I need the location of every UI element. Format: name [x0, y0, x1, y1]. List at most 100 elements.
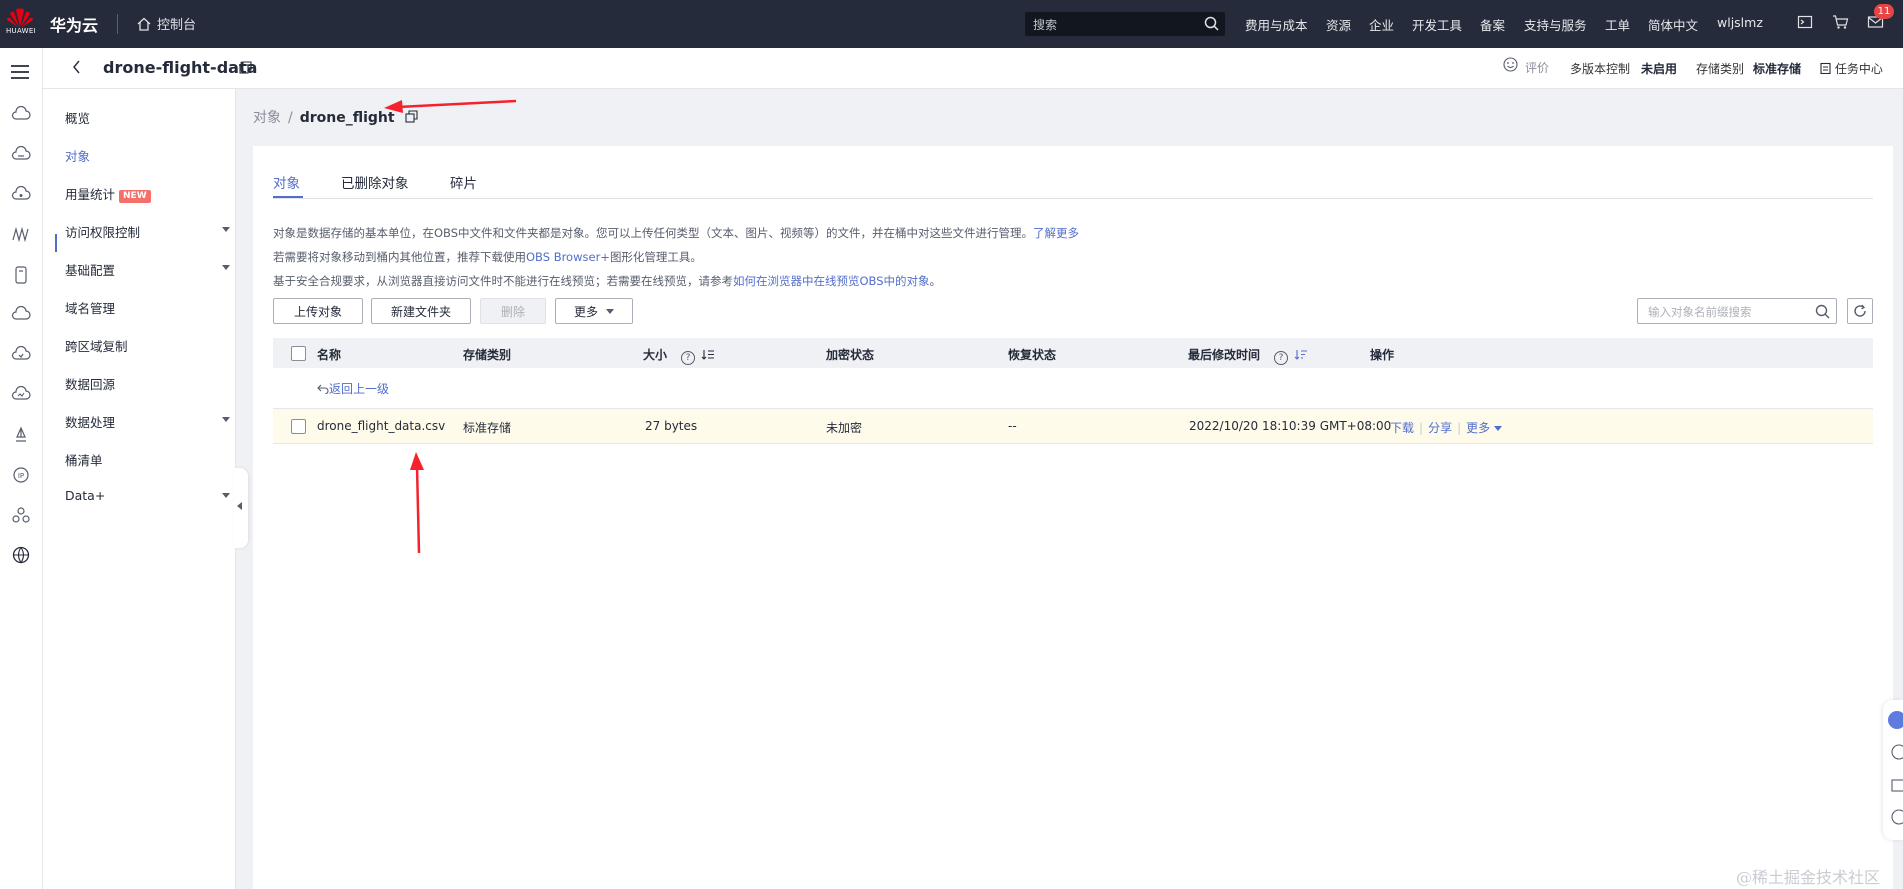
breadcrumb: 对象 / drone_flight	[253, 107, 418, 127]
search-icon[interactable]	[1815, 304, 1830, 322]
nav-support[interactable]: 支持与服务	[1524, 15, 1587, 34]
download-link[interactable]: 下载	[1390, 421, 1414, 435]
cart-icon[interactable]	[1832, 14, 1849, 33]
caret-down-icon	[222, 417, 230, 422]
share-link[interactable]: 分享	[1428, 421, 1452, 435]
col-encryption: 加密状态	[826, 348, 875, 362]
object-search[interactable]	[1637, 298, 1837, 324]
back-to-parent-row: 返回上一级	[273, 368, 1873, 409]
phone-icon[interactable]	[11, 266, 31, 287]
nav-enterprise[interactable]: 企业	[1369, 15, 1394, 34]
cloud-server-icon[interactable]	[11, 105, 31, 125]
sidebar-item-access-control[interactable]: 访问权限控制	[65, 222, 230, 241]
clipboard-icon	[1820, 62, 1831, 76]
floating-toolbar	[1883, 700, 1903, 840]
global-search[interactable]	[1025, 12, 1225, 36]
refresh-icon	[1854, 304, 1866, 317]
cluster-icon[interactable]	[11, 506, 31, 527]
cell-storage-class: 标准存储	[463, 421, 512, 435]
caret-left-icon	[237, 502, 242, 510]
deploy-icon[interactable]	[11, 426, 31, 447]
nav-language[interactable]: 简体中文	[1648, 15, 1698, 34]
learn-more-link[interactable]: 了解更多	[1033, 226, 1079, 240]
brand-name[interactable]: 华为云	[50, 12, 98, 36]
object-search-input[interactable]	[1646, 302, 1810, 322]
help-icon[interactable]: ?	[681, 351, 696, 365]
col-name: 名称	[317, 348, 342, 362]
nav-username[interactable]: wljslmz	[1717, 15, 1763, 30]
preview-help-link[interactable]: 如何在浏览器中在线预览OBS中的对象	[733, 274, 930, 288]
nav-dev-tools[interactable]: 开发工具	[1412, 15, 1462, 34]
cloud-icon[interactable]	[11, 305, 31, 325]
object-name-link[interactable]: drone_flight_data.csv	[317, 419, 445, 433]
smile-icon[interactable]	[1503, 57, 1518, 75]
caret-down-icon	[222, 227, 230, 232]
delete-button[interactable]: 删除	[480, 298, 546, 324]
copy-icon[interactable]	[405, 110, 418, 126]
info-line-1: 对象是数据存储的基本单位，在OBS中文件和文件夹都是对象。您可以上传任何类型（文…	[273, 226, 1080, 240]
row-checkbox[interactable]	[291, 419, 306, 434]
nav-filing[interactable]: 备案	[1480, 15, 1505, 34]
sort-desc-icon[interactable]	[1294, 348, 1308, 362]
new-folder-button[interactable]: 新建文件夹	[371, 298, 471, 324]
bucket-sidebar: 概览 对象 用量统计 NEW 访问权限控制 基础配置 域名管理 跨区域复制 数据回…	[43, 89, 236, 889]
sidebar-item-data-plus[interactable]: Data+	[65, 488, 230, 503]
home-icon	[137, 17, 151, 35]
nav-resources[interactable]: 资源	[1326, 15, 1351, 34]
obs-browser-link[interactable]: OBS Browser+	[526, 250, 610, 264]
network-icon[interactable]	[11, 226, 31, 245]
cell-size: 27 bytes	[645, 419, 698, 433]
sort-icon[interactable]	[701, 348, 715, 362]
sidebar-item-objects[interactable]: 对象	[65, 146, 230, 165]
caret-down-icon	[606, 309, 614, 314]
cloud-security-icon[interactable]	[11, 345, 31, 365]
help-icon[interactable]: ?	[1274, 351, 1289, 365]
ip-icon[interactable]: IP	[11, 466, 31, 487]
divider	[117, 14, 118, 34]
search-icon[interactable]	[1204, 16, 1219, 34]
sidebar-item-usage[interactable]: 用量统计 NEW	[65, 184, 230, 203]
breadcrumb-separator: /	[288, 110, 293, 126]
return-arrow-icon	[317, 382, 329, 396]
cloud-monitor-icon[interactable]	[11, 385, 31, 405]
col-size: 大小?	[643, 346, 715, 365]
nav-tickets[interactable]: 工单	[1605, 15, 1630, 34]
caret-down-icon	[222, 265, 230, 270]
back-to-parent-link[interactable]: 返回上一级	[317, 380, 389, 397]
copy-icon[interactable]	[239, 61, 252, 77]
row-more-link[interactable]: 更多	[1466, 421, 1503, 435]
sidebar-item-domains[interactable]: 域名管理	[65, 298, 230, 317]
global-search-input[interactable]	[1031, 14, 1195, 36]
col-actions: 操作	[1370, 348, 1395, 362]
rate-link[interactable]: 评价	[1525, 59, 1549, 76]
more-actions-button[interactable]: 更多	[555, 298, 633, 324]
refresh-button[interactable]	[1847, 298, 1873, 324]
sidebar-item-overview[interactable]: 概览	[65, 108, 230, 127]
task-center-button[interactable]: 任务中心	[1820, 60, 1883, 77]
cloud-storage-icon[interactable]	[11, 145, 31, 165]
sidebar-item-basic-config[interactable]: 基础配置	[65, 260, 230, 279]
select-all-checkbox[interactable]	[291, 346, 306, 361]
tab-fragments[interactable]: 碎片	[450, 172, 477, 192]
caret-down-icon	[222, 493, 230, 498]
back-arrow-icon[interactable]	[71, 59, 83, 78]
tab-objects[interactable]: 对象	[273, 172, 300, 192]
cloud-database-icon[interactable]	[11, 185, 31, 205]
tab-deleted-objects[interactable]: 已删除对象	[341, 172, 409, 192]
terminal-icon[interactable]	[1797, 14, 1813, 33]
sidebar-item-replication[interactable]: 跨区域复制	[65, 336, 230, 355]
globe-icon[interactable]	[11, 546, 31, 567]
sidebar-item-inventory[interactable]: 桶清单	[65, 450, 230, 469]
console-link[interactable]: 控制台	[137, 14, 196, 35]
upload-object-button[interactable]: 上传对象	[273, 298, 363, 324]
sidebar-collapse-toggle[interactable]	[234, 468, 248, 548]
new-badge: NEW	[119, 190, 151, 203]
col-storage-class: 存储类别	[463, 348, 512, 362]
bucket-header: drone-flight-data 评价 多版本控制 未启用 存储类别 标准存储…	[43, 48, 1903, 89]
breadcrumb-root[interactable]: 对象	[253, 110, 281, 126]
sidebar-item-back-to-source[interactable]: 数据回源	[65, 374, 230, 393]
action-divider: |	[1419, 421, 1424, 435]
nav-cost[interactable]: 费用与成本	[1245, 15, 1308, 34]
menu-icon[interactable]	[10, 64, 30, 83]
sidebar-item-data-processing[interactable]: 数据处理	[65, 412, 230, 431]
